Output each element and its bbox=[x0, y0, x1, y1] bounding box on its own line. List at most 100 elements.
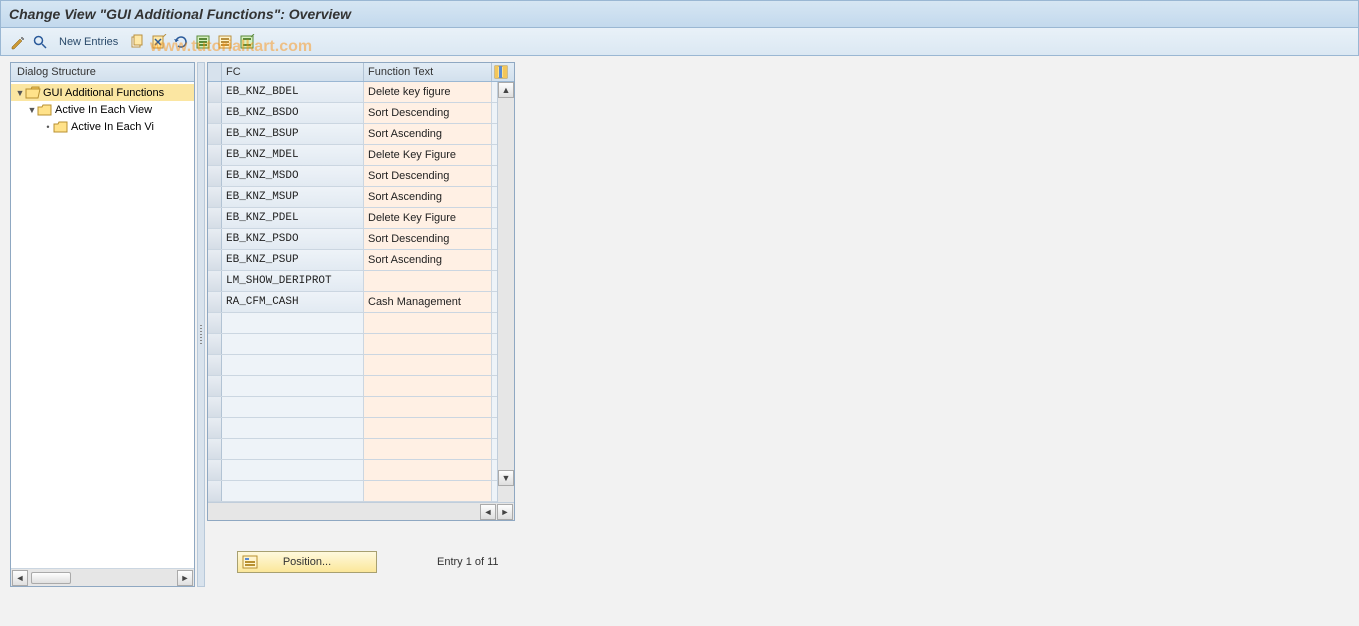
row-selector[interactable] bbox=[208, 376, 222, 396]
row-selector[interactable] bbox=[208, 187, 222, 207]
cell-fc[interactable] bbox=[222, 355, 364, 375]
cell-function-text[interactable]: Sort Ascending bbox=[364, 124, 492, 144]
row-selector[interactable] bbox=[208, 124, 222, 144]
tree-horizontal-scrollbar[interactable]: ◄ ► bbox=[11, 568, 194, 586]
cell-function-text[interactable] bbox=[364, 460, 492, 480]
cell-function-text[interactable] bbox=[364, 418, 492, 438]
position-button[interactable]: Position... bbox=[237, 551, 377, 573]
cell-function-text[interactable] bbox=[364, 271, 492, 291]
cell-function-text[interactable]: Sort Ascending bbox=[364, 187, 492, 207]
row-selector[interactable] bbox=[208, 334, 222, 354]
cell-fc[interactable]: EB_KNZ_PSDO bbox=[222, 229, 364, 249]
table-row[interactable]: EB_KNZ_MSUPSort Ascending bbox=[208, 187, 497, 208]
table-row[interactable] bbox=[208, 460, 497, 481]
scroll-left-icon[interactable]: ◄ bbox=[480, 504, 496, 520]
row-selector[interactable] bbox=[208, 250, 222, 270]
table-row[interactable]: EB_KNZ_BSDOSort Descending bbox=[208, 103, 497, 124]
cell-function-text[interactable] bbox=[364, 376, 492, 396]
vertical-scrollbar[interactable]: ▲ ▼ bbox=[497, 82, 514, 502]
scroll-right-icon[interactable]: ► bbox=[177, 570, 193, 586]
table-row[interactable] bbox=[208, 418, 497, 439]
table-row[interactable]: RA_CFM_CASHCash Management bbox=[208, 292, 497, 313]
table-row[interactable]: EB_KNZ_BSUPSort Ascending bbox=[208, 124, 497, 145]
copy-icon[interactable] bbox=[128, 33, 146, 51]
cell-function-text[interactable] bbox=[364, 397, 492, 417]
scroll-up-icon[interactable]: ▲ bbox=[498, 82, 514, 98]
cell-function-text[interactable]: Delete Key Figure bbox=[364, 208, 492, 228]
cell-fc[interactable]: EB_KNZ_MSDO bbox=[222, 166, 364, 186]
scroll-left-icon[interactable]: ◄ bbox=[12, 570, 28, 586]
scroll-right-icon[interactable]: ► bbox=[497, 504, 513, 520]
cell-fc[interactable]: EB_KNZ_MSUP bbox=[222, 187, 364, 207]
cell-function-text[interactable] bbox=[364, 439, 492, 459]
table-row[interactable] bbox=[208, 439, 497, 460]
cell-function-text[interactable] bbox=[364, 313, 492, 333]
row-selector[interactable] bbox=[208, 418, 222, 438]
table-row[interactable]: EB_KNZ_MDELDelete Key Figure bbox=[208, 145, 497, 166]
cell-function-text[interactable]: Sort Descending bbox=[364, 229, 492, 249]
delete-icon[interactable] bbox=[150, 33, 168, 51]
cell-fc[interactable] bbox=[222, 313, 364, 333]
cell-fc[interactable]: EB_KNZ_BSDO bbox=[222, 103, 364, 123]
table-row[interactable]: LM_SHOW_DERIPROT bbox=[208, 271, 497, 292]
cell-fc[interactable]: EB_KNZ_PDEL bbox=[222, 208, 364, 228]
table-row[interactable] bbox=[208, 397, 497, 418]
table-row[interactable]: EB_KNZ_PSDOSort Descending bbox=[208, 229, 497, 250]
cell-fc[interactable]: EB_KNZ_BDEL bbox=[222, 82, 364, 102]
cell-function-text[interactable]: Sort Descending bbox=[364, 103, 492, 123]
row-selector[interactable] bbox=[208, 229, 222, 249]
cell-fc[interactable] bbox=[222, 460, 364, 480]
table-row[interactable] bbox=[208, 334, 497, 355]
column-row-selector[interactable] bbox=[208, 63, 222, 81]
toggle-display-icon[interactable] bbox=[9, 33, 27, 51]
table-row[interactable] bbox=[208, 355, 497, 376]
row-selector[interactable] bbox=[208, 166, 222, 186]
row-selector[interactable] bbox=[208, 103, 222, 123]
expand-arrow-icon[interactable]: ▼ bbox=[15, 88, 25, 98]
cell-fc[interactable]: RA_CFM_CASH bbox=[222, 292, 364, 312]
select-block-icon[interactable] bbox=[216, 33, 234, 51]
cell-fc[interactable]: EB_KNZ_PSUP bbox=[222, 250, 364, 270]
cell-fc[interactable] bbox=[222, 481, 364, 501]
cell-function-text[interactable]: Sort Ascending bbox=[364, 250, 492, 270]
table-row[interactable]: EB_KNZ_PSUPSort Ascending bbox=[208, 250, 497, 271]
select-all-icon[interactable] bbox=[194, 33, 212, 51]
row-selector[interactable] bbox=[208, 460, 222, 480]
row-selector[interactable] bbox=[208, 397, 222, 417]
find-icon[interactable] bbox=[31, 33, 49, 51]
cell-fc[interactable] bbox=[222, 397, 364, 417]
column-header-fc[interactable]: FC bbox=[222, 63, 364, 81]
table-row[interactable]: EB_KNZ_MSDOSort Descending bbox=[208, 166, 497, 187]
expand-arrow-icon[interactable]: ▼ bbox=[27, 105, 37, 115]
configure-columns-button[interactable] bbox=[492, 63, 510, 81]
table-row[interactable]: EB_KNZ_BDELDelete key figure bbox=[208, 82, 497, 103]
table-row[interactable] bbox=[208, 313, 497, 334]
cell-function-text[interactable]: Delete Key Figure bbox=[364, 145, 492, 165]
cell-function-text[interactable]: Sort Descending bbox=[364, 166, 492, 186]
undo-icon[interactable] bbox=[172, 33, 190, 51]
row-selector[interactable] bbox=[208, 481, 222, 501]
row-selector[interactable] bbox=[208, 208, 222, 228]
cell-fc[interactable]: EB_KNZ_BSUP bbox=[222, 124, 364, 144]
cell-function-text[interactable] bbox=[364, 334, 492, 354]
table-row[interactable] bbox=[208, 376, 497, 397]
column-header-function-text[interactable]: Function Text bbox=[364, 63, 492, 81]
row-selector[interactable] bbox=[208, 82, 222, 102]
cell-function-text[interactable] bbox=[364, 355, 492, 375]
row-selector[interactable] bbox=[208, 439, 222, 459]
table-row[interactable] bbox=[208, 481, 497, 502]
new-entries-button[interactable]: New Entries bbox=[53, 36, 124, 48]
row-selector[interactable] bbox=[208, 355, 222, 375]
scroll-down-icon[interactable]: ▼ bbox=[498, 470, 514, 486]
row-selector[interactable] bbox=[208, 145, 222, 165]
tree-item-gui-additional-functions[interactable]: ▼ GUI Additional Functions bbox=[11, 84, 194, 101]
cell-fc[interactable] bbox=[222, 334, 364, 354]
cell-function-text[interactable]: Cash Management bbox=[364, 292, 492, 312]
horizontal-scrollbar[interactable] bbox=[208, 505, 480, 518]
cell-fc[interactable] bbox=[222, 439, 364, 459]
row-selector[interactable] bbox=[208, 313, 222, 333]
cell-fc[interactable]: EB_KNZ_MDEL bbox=[222, 145, 364, 165]
cell-fc[interactable] bbox=[222, 418, 364, 438]
cell-function-text[interactable]: Delete key figure bbox=[364, 82, 492, 102]
tree-item-active-in-each-view-child[interactable]: • Active In Each Vi bbox=[11, 118, 194, 135]
